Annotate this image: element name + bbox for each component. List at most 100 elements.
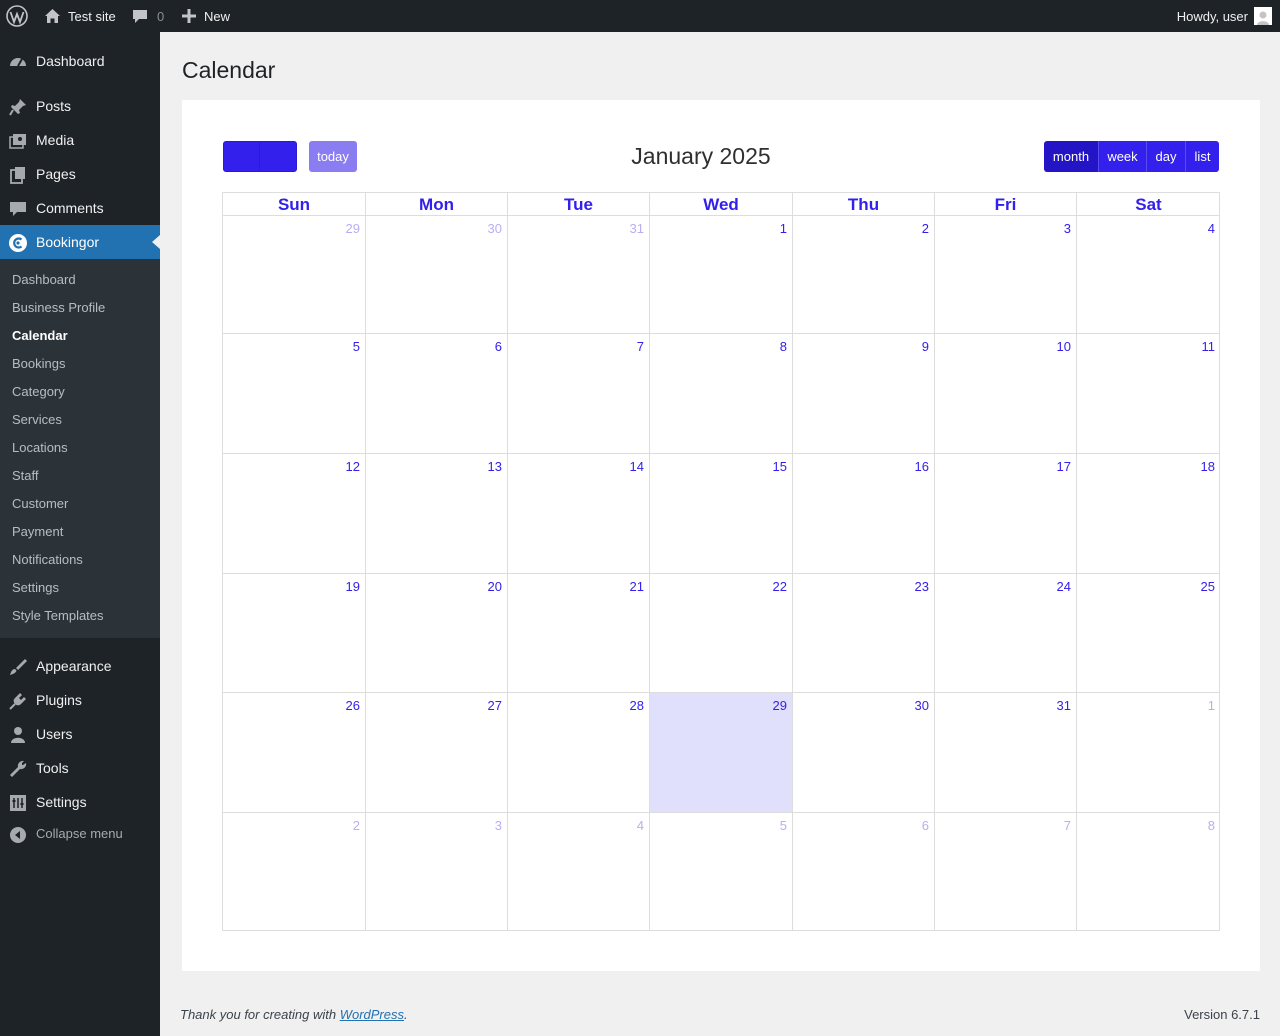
day-cell[interactable]: 27 xyxy=(366,693,508,813)
day-cell[interactable]: 23 xyxy=(793,574,935,693)
day-number[interactable]: 7 xyxy=(1064,818,1071,833)
site-name-link[interactable]: Test site xyxy=(44,0,116,32)
menu-comments[interactable]: Comments xyxy=(0,191,160,225)
day-number[interactable]: 4 xyxy=(637,818,644,833)
day-number[interactable]: 26 xyxy=(346,698,360,713)
day-number[interactable]: 29 xyxy=(773,698,787,713)
day-number[interactable]: 3 xyxy=(495,818,502,833)
submenu-payment[interactable]: Payment xyxy=(12,518,63,546)
comments-link[interactable]: 0 xyxy=(132,0,164,32)
view-week-button[interactable]: week xyxy=(1099,141,1147,172)
day-cell[interactable]: 4 xyxy=(508,813,650,931)
day-cell[interactable]: 30 xyxy=(366,216,508,334)
collapse-menu-button[interactable]: Collapse menu xyxy=(0,817,160,851)
my-account-link[interactable]: Howdy, user xyxy=(1177,0,1272,32)
wordpress-logo-icon[interactable] xyxy=(6,0,28,32)
day-cell[interactable]: 31 xyxy=(935,693,1077,813)
day-number[interactable]: 7 xyxy=(637,339,644,354)
view-day-button[interactable]: day xyxy=(1147,141,1186,172)
day-cell[interactable]: 28 xyxy=(508,693,650,813)
day-cell[interactable]: 16 xyxy=(793,454,935,574)
day-number[interactable]: 2 xyxy=(922,221,929,236)
submenu-bookings[interactable]: Bookings xyxy=(12,350,65,378)
day-cell[interactable]: 31 xyxy=(508,216,650,334)
day-cell[interactable]: 24 xyxy=(935,574,1077,693)
day-number[interactable]: 5 xyxy=(353,339,360,354)
submenu-notifications[interactable]: Notifications xyxy=(12,546,83,574)
day-cell[interactable]: 21 xyxy=(508,574,650,693)
day-number[interactable]: 19 xyxy=(346,579,360,594)
day-cell[interactable]: 3 xyxy=(935,216,1077,334)
day-cell[interactable]: 14 xyxy=(508,454,650,574)
menu-tools[interactable]: Tools xyxy=(0,751,160,785)
day-cell-today[interactable]: 29 xyxy=(650,693,793,813)
menu-posts[interactable]: Posts xyxy=(0,89,160,123)
day-number[interactable]: 22 xyxy=(773,579,787,594)
day-cell[interactable]: 15 xyxy=(650,454,793,574)
day-number[interactable]: 6 xyxy=(922,818,929,833)
day-number[interactable]: 9 xyxy=(922,339,929,354)
day-cell[interactable]: 1 xyxy=(650,216,793,334)
day-number[interactable]: 17 xyxy=(1057,459,1071,474)
submenu-style-templates[interactable]: Style Templates xyxy=(12,602,104,630)
day-cell[interactable]: 5 xyxy=(223,334,366,454)
day-number[interactable]: 25 xyxy=(1201,579,1215,594)
submenu-settings[interactable]: Settings xyxy=(12,574,59,602)
day-number[interactable]: 31 xyxy=(630,221,644,236)
day-number[interactable]: 12 xyxy=(346,459,360,474)
submenu-business-profile[interactable]: Business Profile xyxy=(12,294,105,322)
day-number[interactable]: 30 xyxy=(488,221,502,236)
menu-users[interactable]: Users xyxy=(0,717,160,751)
day-cell[interactable]: 25 xyxy=(1077,574,1220,693)
day-number[interactable]: 20 xyxy=(488,579,502,594)
submenu-dashboard[interactable]: Dashboard xyxy=(12,266,76,294)
day-number[interactable]: 18 xyxy=(1201,459,1215,474)
day-number[interactable]: 1 xyxy=(780,221,787,236)
today-button[interactable]: today xyxy=(309,141,357,172)
day-number[interactable]: 16 xyxy=(915,459,929,474)
day-cell[interactable]: 29 xyxy=(223,216,366,334)
view-list-button[interactable]: list xyxy=(1186,141,1219,172)
day-number[interactable]: 8 xyxy=(1208,818,1215,833)
submenu-calendar[interactable]: Calendar xyxy=(12,322,68,350)
day-number[interactable]: 21 xyxy=(630,579,644,594)
day-cell[interactable]: 4 xyxy=(1077,216,1220,334)
menu-pages[interactable]: Pages xyxy=(0,157,160,191)
day-cell[interactable]: 2 xyxy=(793,216,935,334)
day-number[interactable]: 13 xyxy=(488,459,502,474)
view-month-button[interactable]: month xyxy=(1044,141,1099,172)
day-number[interactable]: 2 xyxy=(353,818,360,833)
wordpress-link[interactable]: WordPress xyxy=(340,1007,404,1022)
day-number[interactable]: 8 xyxy=(780,339,787,354)
day-number[interactable]: 4 xyxy=(1208,221,1215,236)
submenu-customer[interactable]: Customer xyxy=(12,490,68,518)
day-cell[interactable]: 11 xyxy=(1077,334,1220,454)
submenu-category[interactable]: Category xyxy=(12,378,65,406)
prev-month-button[interactable] xyxy=(223,141,260,172)
day-cell[interactable]: 7 xyxy=(508,334,650,454)
day-cell[interactable]: 22 xyxy=(650,574,793,693)
day-cell[interactable]: 26 xyxy=(223,693,366,813)
day-number[interactable]: 23 xyxy=(915,579,929,594)
submenu-staff[interactable]: Staff xyxy=(12,462,39,490)
day-cell[interactable]: 17 xyxy=(935,454,1077,574)
menu-settings[interactable]: Settings xyxy=(0,785,160,819)
day-cell[interactable]: 20 xyxy=(366,574,508,693)
day-number[interactable]: 15 xyxy=(773,459,787,474)
submenu-services[interactable]: Services xyxy=(12,406,62,434)
day-cell[interactable]: 8 xyxy=(650,334,793,454)
day-number[interactable]: 28 xyxy=(630,698,644,713)
day-number[interactable]: 5 xyxy=(780,818,787,833)
day-number[interactable]: 31 xyxy=(1057,698,1071,713)
menu-appearance[interactable]: Appearance xyxy=(0,649,160,683)
day-cell[interactable]: 7 xyxy=(935,813,1077,931)
day-cell[interactable]: 13 xyxy=(366,454,508,574)
day-number[interactable]: 11 xyxy=(1202,339,1216,354)
day-cell[interactable]: 3 xyxy=(366,813,508,931)
menu-plugins[interactable]: Plugins xyxy=(0,683,160,717)
day-number[interactable]: 24 xyxy=(1057,579,1071,594)
next-month-button[interactable] xyxy=(259,141,297,172)
day-cell[interactable]: 12 xyxy=(223,454,366,574)
day-cell[interactable]: 6 xyxy=(366,334,508,454)
new-content-link[interactable]: New xyxy=(182,0,230,32)
